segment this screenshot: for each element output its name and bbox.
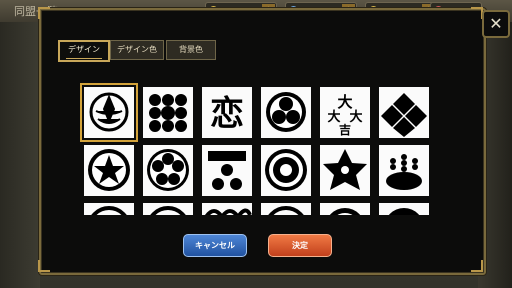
tab-label: 背景色 [179, 45, 203, 54]
crest-option-17[interactable] [320, 203, 370, 215]
frame-corner [471, 260, 483, 272]
close-icon: ✕ [489, 14, 503, 33]
crest-option-10[interactable] [261, 145, 311, 196]
sasa-rindo-crest-icon [89, 92, 129, 132]
ring-crest-icon [388, 208, 420, 215]
cancel-button[interactable]: キャンセル [183, 234, 247, 257]
crest-option-11[interactable] [320, 145, 370, 196]
crest-option-2[interactable] [143, 87, 193, 138]
svg-text:吉: 吉 [339, 122, 351, 137]
ring-crest-icon [329, 208, 361, 215]
maru-kikyo-crest-icon [88, 149, 130, 191]
background-left-rail [0, 22, 40, 288]
crest-option-13[interactable] [84, 203, 134, 215]
ring-crest-icon [91, 206, 127, 215]
crest-option-1[interactable] [80, 83, 138, 142]
tab-background-color[interactable]: 背景色 [166, 40, 216, 60]
tab-design[interactable]: デザイン [58, 40, 110, 62]
paulownia-crest-icon [386, 154, 422, 190]
koi-kanji-crest-icon: 恋 [210, 94, 244, 134]
ring-crest-icon [268, 206, 304, 215]
crest-option-3[interactable]: 恋 [202, 87, 252, 138]
tab-design-color[interactable]: デザイン色 [110, 40, 164, 60]
svg-text:大: 大 [349, 109, 362, 125]
ichimonji-mitsuboshi-crest-icon [208, 151, 246, 190]
crest-option-12[interactable] [379, 145, 429, 196]
crest-option-16[interactable] [261, 203, 311, 215]
ring-crest-icon [150, 206, 186, 215]
crest-option-15[interactable] [202, 203, 252, 215]
confirm-button[interactable]: 決定 [268, 234, 332, 257]
kiku-crest-icon [147, 149, 189, 191]
svg-text:恋: 恋 [210, 94, 244, 134]
tab-label: デザイン [68, 45, 100, 54]
dai-kanji-crest-icon: 大 大 大 吉 [327, 93, 362, 137]
crest-option-7[interactable] [84, 145, 134, 196]
hishi-crest-icon [381, 93, 427, 137]
svg-text:大: 大 [337, 93, 352, 111]
tab-underline [66, 58, 102, 59]
crest-option-5[interactable]: 大 大 大 吉 [320, 87, 370, 138]
frame-corner [38, 260, 50, 272]
crest-option-8[interactable] [143, 145, 193, 196]
maru-mokko-crest-icon [265, 149, 307, 191]
mitsuba-aoi-crest-icon [266, 92, 306, 132]
crest-option-14[interactable] [143, 203, 193, 215]
kikyo-crest-icon [323, 149, 367, 190]
wave-crest-icon [205, 208, 252, 215]
crest-grid: 恋 大 大 大 吉 [78, 81, 434, 215]
frame-corner [38, 7, 50, 19]
crest-option-4[interactable] [261, 87, 311, 138]
crest-option-9[interactable] [202, 145, 252, 196]
crest-option-6[interactable] [379, 87, 429, 138]
crest-option-18[interactable] [379, 203, 429, 215]
kuyo-crest-icon [149, 94, 187, 132]
close-button[interactable]: ✕ [482, 10, 510, 38]
tab-label: デザイン色 [117, 45, 157, 54]
